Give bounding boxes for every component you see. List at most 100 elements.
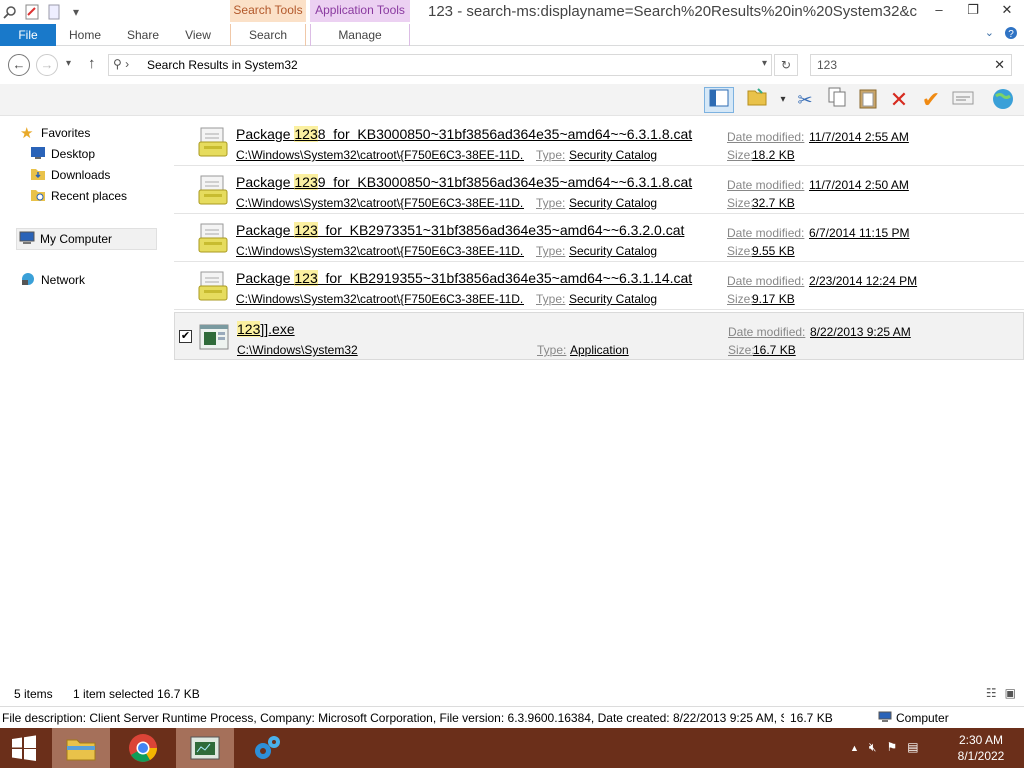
taskbar-settings-app[interactable] (238, 728, 296, 768)
large-icons-view-icon[interactable]: ▣ (1005, 686, 1016, 700)
rename-checkmark-icon[interactable]: ✔ (918, 87, 944, 113)
context-label-search-tools: Search Tools (230, 0, 306, 22)
nav-item-network[interactable]: Network (20, 270, 85, 290)
details-view-icon[interactable]: ☷ (986, 686, 997, 700)
type-value[interactable]: Security Catalog (569, 292, 657, 306)
selection-checkbox[interactable]: ✔ (179, 330, 192, 343)
refresh-button[interactable]: ↻ (774, 54, 798, 76)
date-modified-value[interactable]: 8/22/2013 9:25 AM (810, 325, 911, 339)
size-value[interactable]: 9.55 KB (752, 244, 795, 258)
star-icon: ★ (20, 125, 34, 142)
recent-locations-chevron-icon[interactable]: ▾ (66, 58, 71, 69)
file-name[interactable]: Package 123 for KB2973351~31bf3856ad364e… (236, 222, 684, 238)
file-path[interactable]: C:\Windows\System32 (237, 343, 525, 357)
size-value[interactable]: 18.2 KB (752, 148, 795, 162)
taskbar-chrome[interactable] (114, 728, 172, 768)
forward-button[interactable]: → (36, 54, 58, 76)
taskbar-file-explorer[interactable] (52, 728, 110, 768)
security-catalog-icon (198, 223, 228, 253)
tab-share[interactable]: Share (120, 24, 166, 46)
size-label: Size: (727, 244, 754, 258)
cut-icon[interactable]: ✂ (792, 87, 818, 113)
date-modified-value[interactable]: 11/7/2014 2:55 AM (809, 130, 909, 144)
date-modified-value[interactable]: 6/7/2014 11:15 PM (809, 226, 910, 240)
address-bar[interactable]: ⚲ › Search Results in System32 ▾ (108, 54, 772, 76)
restore-button[interactable]: ❐ (956, 0, 990, 22)
size-label: Size: (727, 196, 754, 210)
back-button[interactable]: ← (8, 54, 30, 76)
properties-card-icon[interactable] (950, 87, 976, 113)
volume-muted-icon[interactable]: 🔇︎ (869, 740, 877, 756)
clear-search-icon[interactable]: ✕ (994, 57, 1005, 73)
selection-info: 1 item selected 16.7 KB (73, 687, 200, 701)
copy-icon[interactable] (824, 87, 850, 113)
file-name[interactable]: Package 123 for KB2919355~31bf3856ad364e… (236, 270, 692, 286)
delete-icon[interactable]: ✕ (886, 87, 912, 113)
result-row[interactable]: Package 1238 for KB3000850~31bf3856ad364… (174, 118, 1024, 166)
folder-options-icon[interactable] (744, 87, 770, 113)
taskbar-app-window[interactable] (176, 728, 234, 768)
search-match-highlight: 123 (294, 270, 318, 286)
search-box[interactable]: 123 ✕ (810, 54, 1012, 76)
size-value[interactable]: 9.17 KB (752, 292, 795, 306)
file-path[interactable]: C:\Windows\System32\catroot\{F750E6C3-38… (236, 148, 524, 162)
file-name[interactable]: 123]].exe (237, 321, 295, 337)
nav-item-desktop[interactable]: Desktop (30, 144, 95, 164)
action-center-flag-icon[interactable]: ⚑ (886, 740, 897, 756)
expand-ribbon-chevron-icon[interactable]: ⌄ (985, 26, 994, 43)
tab-search[interactable]: Search (230, 24, 306, 46)
clock[interactable]: 2:30 AM 8/1/2022 (946, 732, 1016, 764)
quick-access-toolbar: ▾ (0, 0, 84, 24)
computer-icon (19, 231, 35, 244)
status-bar: 5 items 1 item selected 16.7 KB ☷ ▣ (0, 684, 1024, 704)
type-value[interactable]: Security Catalog (569, 196, 657, 210)
result-row[interactable]: ✔ 123]].exe C:\Windows\System32 Type: Applic… (174, 312, 1024, 360)
globe-icon[interactable] (990, 87, 1016, 113)
result-row[interactable]: Package 123 for KB2919355~31bf3856ad364e… (174, 262, 1024, 310)
nav-item-my-computer[interactable]: My Computer (16, 228, 157, 250)
tab-manage[interactable]: Manage (310, 24, 410, 46)
new-folder-icon[interactable] (46, 4, 62, 20)
size-value[interactable]: 16.7 KB (753, 343, 796, 357)
nav-item-favorites[interactable]: ★ Favorites (20, 123, 90, 143)
type-label: Type: (536, 196, 566, 210)
show-hidden-icons-icon[interactable]: ▲ (850, 740, 859, 756)
size-value[interactable]: 32.7 KB (752, 196, 795, 210)
date-modified-value[interactable]: 11/7/2014 2:50 AM (809, 178, 909, 192)
close-button[interactable]: ✕ (990, 0, 1024, 22)
tab-home[interactable]: Home (62, 24, 108, 46)
type-value[interactable]: Application (570, 343, 629, 357)
clock-time: 2:30 AM (958, 733, 1004, 747)
address-dropdown-icon[interactable]: ▾ (762, 58, 767, 69)
result-row[interactable]: Package 123 for KB2973351~31bf3856ad364e… (174, 214, 1024, 262)
ribbon-tabs: File Home Share View Search Manage ⌄ ? (0, 24, 1024, 46)
start-button[interactable] (0, 728, 48, 768)
file-path[interactable]: C:\Windows\System32\catroot\{F750E6C3-38… (236, 196, 524, 210)
file-name[interactable]: Package 1239 for KB3000850~31bf3856ad364… (236, 174, 692, 190)
customize-qat-chevron-icon[interactable]: ▾ (68, 4, 84, 20)
search-icon[interactable] (2, 4, 18, 20)
title-bar: ▾ Search Tools Application Tools 123 - s… (0, 0, 1024, 24)
paste-icon[interactable] (855, 87, 881, 113)
file-name-suffix: for KB2973351~31bf3856ad364e35~amd64~~6.… (317, 222, 685, 238)
preview-pane-icon[interactable] (704, 87, 734, 113)
search-input-value[interactable]: 123 (817, 58, 837, 72)
help-icon[interactable]: ? (1004, 26, 1018, 43)
up-button[interactable]: ↑ (88, 55, 96, 72)
security-catalog-icon (198, 271, 228, 301)
date-modified-value[interactable]: 2/23/2014 12:24 PM (809, 274, 917, 288)
properties-icon[interactable] (24, 4, 40, 20)
result-row[interactable]: Package 1239 for KB3000850~31bf3856ad364… (174, 166, 1024, 214)
nav-item-recent-places[interactable]: Recent places (30, 186, 127, 206)
file-path[interactable]: C:\Windows\System32\catroot\{F750E6C3-38… (236, 292, 524, 306)
minimize-button[interactable]: – (922, 0, 956, 22)
tab-view[interactable]: View (176, 24, 220, 46)
type-value[interactable]: Security Catalog (569, 148, 657, 162)
nav-item-downloads[interactable]: Downloads (30, 165, 110, 185)
date-modified-label: Date modified: (727, 274, 805, 288)
file-name[interactable]: Package 1238 for KB3000850~31bf3856ad364… (236, 126, 692, 142)
file-path[interactable]: C:\Windows\System32\catroot\{F750E6C3-38… (236, 244, 524, 258)
tab-file[interactable]: File (0, 24, 56, 46)
network-status-icon[interactable]: ▤ (907, 740, 918, 756)
type-value[interactable]: Security Catalog (569, 244, 657, 258)
